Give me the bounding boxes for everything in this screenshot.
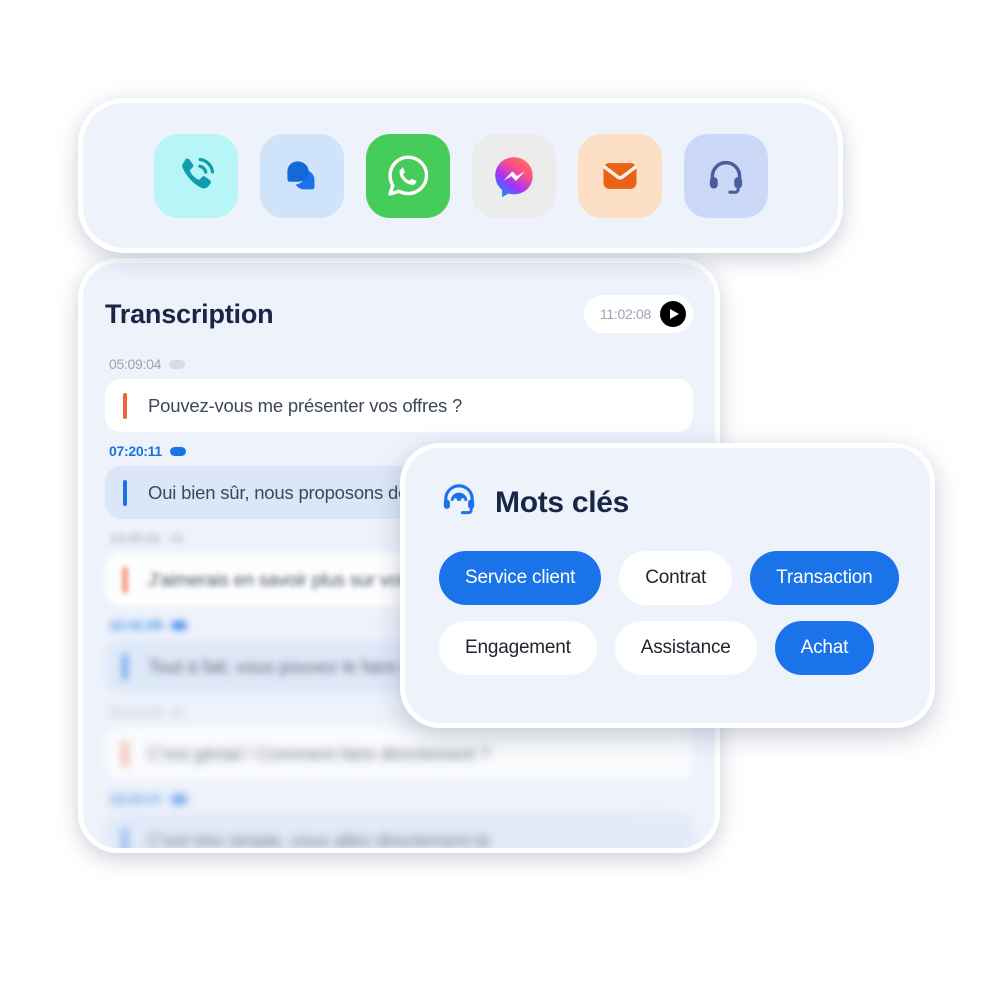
message-text: C'est génial ! Comment faire directement… <box>148 742 490 764</box>
keyword-chip[interactable]: Contrat <box>619 551 733 605</box>
speaker-accent-bar <box>123 653 127 680</box>
whatsapp-icon <box>382 150 434 202</box>
keyword-chip[interactable]: Transaction <box>750 551 899 605</box>
channel-tile-live-chat[interactable] <box>259 133 344 218</box>
speaker-dot <box>169 359 186 369</box>
transcript-message[interactable]: 18:03:47 C'est très simple, vous allez di… <box>105 790 693 851</box>
page-title: Transcription <box>105 298 274 329</box>
message-timestamp: 15:12:33 <box>109 704 162 720</box>
speaker-dot <box>169 533 186 543</box>
headset-icon <box>704 154 748 198</box>
keyword-chip[interactable]: Service client <box>439 551 602 605</box>
keywords-panel: Mots clés Service client Contrat Transacti… <box>400 443 935 728</box>
channel-tile-email[interactable] <box>577 133 662 218</box>
keyword-chip[interactable]: Assistance <box>614 621 757 675</box>
message-timestamp: 18:03:47 <box>109 791 163 807</box>
message-bubble[interactable]: Pouvez-vous me présenter vos offres ? <box>105 379 693 432</box>
speaker-dot <box>169 446 186 456</box>
speaker-accent-bar <box>123 566 127 593</box>
phone-ringing-icon <box>173 153 219 199</box>
speaker-dot <box>169 707 186 717</box>
message-timestamp: 12:41:09 <box>109 617 163 633</box>
messenger-icon <box>489 151 539 201</box>
chat-bubbles-icon <box>279 153 325 199</box>
keyword-chip-row: Engagement Assistance Achat <box>439 621 896 675</box>
timer-value: 11:02:08 <box>599 306 651 322</box>
keyword-chip[interactable]: Engagement <box>439 621 597 675</box>
channel-tile-messenger[interactable] <box>471 133 556 218</box>
message-bubble[interactable]: C'est génial ! Comment faire directement… <box>105 727 693 780</box>
message-bubble[interactable]: C'est très simple, vous allez directemen… <box>105 814 693 851</box>
message-timestamp: 07:20:11 <box>109 443 162 459</box>
playback-timer[interactable]: 11:02:08 <box>583 295 693 333</box>
speaker-dot <box>170 620 187 630</box>
keyword-chip-row: Service client Contrat Transaction <box>439 551 899 605</box>
play-icon[interactable] <box>660 301 686 327</box>
message-text: C'est très simple, vous allez directemen… <box>148 829 490 851</box>
message-meta: 18:03:47 <box>105 790 693 808</box>
keyword-chip[interactable]: Achat <box>774 621 875 675</box>
speaker-dot <box>170 794 187 804</box>
speaker-accent-bar <box>123 392 127 419</box>
channels-bar <box>78 98 843 253</box>
message-text: Pouvez-vous me présenter vos offres ? <box>148 394 463 416</box>
speaker-accent-bar <box>123 479 127 506</box>
message-timestamp: 05:09:04 <box>109 356 162 372</box>
message-timestamp: 10:05:01 <box>109 530 162 546</box>
transcription-header: Transcription 11:02:08 <box>105 289 693 339</box>
keywords-title: Mots clés <box>495 485 630 519</box>
speaker-accent-bar <box>123 827 127 848</box>
headset-support-icon <box>439 480 479 525</box>
transcript-message[interactable]: 05:09:04 Pouvez-vous me présenter vos off… <box>105 355 693 432</box>
message-meta: 05:09:04 <box>105 355 693 373</box>
speaker-accent-bar <box>123 740 127 767</box>
envelope-icon <box>598 154 642 198</box>
app-root: Transcription 11:02:08 05:09:04 Pouvez-vo… <box>0 0 1000 1000</box>
channel-tile-whatsapp[interactable] <box>365 133 450 218</box>
keyword-chip-rows: Service client Contrat Transaction Engageme… <box>439 551 899 675</box>
channel-tile-phone-call[interactable] <box>153 133 238 218</box>
channel-tile-support[interactable] <box>683 133 768 218</box>
keywords-header: Mots clés <box>439 480 896 525</box>
